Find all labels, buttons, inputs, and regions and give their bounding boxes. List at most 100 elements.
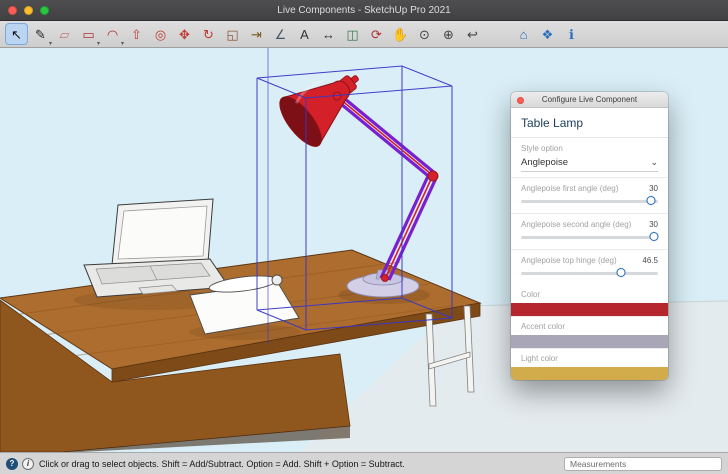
slider-thumb[interactable] [649, 232, 658, 241]
slider-thumb[interactable] [647, 196, 656, 205]
info-icon[interactable]: i [22, 458, 34, 470]
dimension-icon: ↔ [322, 28, 335, 41]
model-canvas[interactable]: Configure Live Component Table Lamp Styl… [0, 48, 728, 452]
slider-value: 30 [649, 220, 658, 229]
panel-titlebar[interactable]: Configure Live Component [511, 92, 668, 108]
dropdown-caret-icon: ▾ [121, 40, 124, 47]
pan-tool[interactable]: ✋ [389, 23, 412, 45]
move-tool[interactable]: ✥ [173, 23, 196, 45]
zoom-window-button[interactable] [40, 6, 49, 15]
slider-row-0: Anglepoise first angle (deg) 30 [511, 178, 668, 214]
measurements-input[interactable]: Measurements [564, 457, 722, 471]
extension-warehouse-button[interactable]: ❖ [536, 23, 559, 45]
arc-tool[interactable]: ◠▾ [101, 23, 124, 45]
toolbar-tools: ↖✎▾▱▭▾◠▾⇧◎✥↻◱⇥∠A↔◫⟳✋⊙⊕↩⌂❖ℹ [5, 23, 583, 45]
slider-value: 46.5 [642, 256, 658, 265]
text-tool[interactable]: A [293, 23, 316, 45]
color-label: Color [511, 290, 668, 299]
color-label: Light color [511, 354, 668, 363]
titlebar: Live Components - SketchUp Pro 2021 [0, 0, 728, 21]
slider-thumb[interactable] [617, 268, 626, 277]
move-icon: ✥ [179, 28, 190, 41]
model-info-icon: ℹ [569, 28, 574, 41]
color-swatch[interactable] [511, 367, 668, 380]
window-controls [8, 6, 49, 15]
panel-sliders: Anglepoise first angle (deg)30Anglepoise… [511, 178, 668, 285]
push-pull-icon: ⇧ [131, 28, 142, 41]
scale-icon: ◱ [226, 28, 238, 41]
slider-label: Anglepoise first angle (deg) [521, 184, 618, 193]
configure-live-component-panel: Configure Live Component Table Lamp Styl… [511, 92, 668, 380]
color-row-1: Accent color [511, 317, 668, 349]
protractor-tool[interactable]: ∠ [269, 23, 292, 45]
slider-value: 30 [649, 184, 658, 193]
rotate-icon: ↻ [203, 28, 214, 41]
status-hint: Click or drag to select objects. Shift =… [39, 459, 405, 469]
color-swatch[interactable] [511, 303, 668, 316]
slider-row-2: Anglepoise top hinge (deg) 46.5 [511, 250, 668, 285]
sketchup-window: Live Components - SketchUp Pro 2021 ↖✎▾▱… [0, 0, 728, 474]
push-pull-tool[interactable]: ⇧ [125, 23, 148, 45]
shapes-icon: ▭ [82, 28, 94, 41]
zoom-extents-tool[interactable]: ⊕ [437, 23, 460, 45]
color-swatch[interactable] [511, 335, 668, 348]
panel-close-button[interactable] [517, 97, 524, 104]
lamp-elbow-hinge [428, 171, 438, 181]
color-row-2: Light color [511, 349, 668, 380]
help-icon[interactable]: ? [6, 458, 18, 470]
3d-warehouse-icon: ⌂ [520, 28, 528, 41]
pan-icon: ✋ [392, 28, 408, 41]
toolbar: ↖✎▾▱▭▾◠▾⇧◎✥↻◱⇥∠A↔◫⟳✋⊙⊕↩⌂❖ℹ [0, 21, 728, 48]
statusbar: ?i Click or drag to select objects. Shif… [0, 452, 728, 474]
arc-icon: ◠ [107, 28, 118, 41]
tape-measure-tool[interactable]: ⇥ [245, 23, 268, 45]
chevron-down-icon: ⌄ [650, 161, 658, 165]
shapes-tool[interactable]: ▭▾ [77, 23, 100, 45]
section-plane-tool[interactable]: ◫ [341, 23, 364, 45]
orbit-icon: ⟳ [371, 28, 382, 41]
orbit-tool[interactable]: ⟳ [365, 23, 388, 45]
dropdown-caret-icon: ▾ [49, 40, 52, 47]
scale-tool[interactable]: ◱ [221, 23, 244, 45]
offset-icon: ◎ [155, 28, 166, 41]
protractor-icon: ∠ [275, 28, 287, 41]
extension-warehouse-icon: ❖ [542, 28, 554, 41]
color-label: Accent color [511, 322, 668, 331]
style-option-row: Style option Anglepoise ⌄ [511, 138, 668, 178]
zoom-tool[interactable]: ⊙ [413, 23, 436, 45]
tape-measure-icon: ⇥ [251, 28, 262, 41]
select-tool[interactable]: ↖ [5, 23, 28, 45]
model-info-button[interactable]: ℹ [560, 23, 583, 45]
line-tool[interactable]: ✎▾ [29, 23, 52, 45]
style-option-value: Anglepoise [521, 157, 568, 168]
eraser-icon: ▱ [60, 28, 70, 41]
dimension-tool[interactable]: ↔ [317, 23, 340, 45]
text-icon: A [300, 28, 309, 41]
close-window-button[interactable] [8, 6, 17, 15]
previous-view-tool[interactable]: ↩ [461, 23, 484, 45]
window-title: Live Components - SketchUp Pro 2021 [277, 5, 450, 16]
slider-track[interactable] [521, 200, 658, 203]
zoom-extents-icon: ⊕ [443, 28, 454, 41]
eraser-tool[interactable]: ▱ [53, 23, 76, 45]
style-option-select[interactable]: Anglepoise ⌄ [521, 153, 658, 172]
slider-label: Anglepoise second angle (deg) [521, 220, 631, 229]
previous-view-icon: ↩ [467, 28, 478, 41]
offset-tool[interactable]: ◎ [149, 23, 172, 45]
slider-track[interactable] [521, 272, 658, 275]
panel-title: Configure Live Component [542, 95, 637, 104]
minimize-window-button[interactable] [24, 6, 33, 15]
rotate-tool[interactable]: ↻ [197, 23, 220, 45]
slider-track[interactable] [521, 236, 658, 239]
panel-colors: Color Accent color Light color [511, 285, 668, 380]
style-option-label: Style option [521, 144, 658, 153]
zoom-icon: ⊙ [419, 28, 430, 41]
lamp-base-hinge [382, 275, 389, 282]
3d-warehouse-button[interactable]: ⌂ [512, 23, 535, 45]
component-name-heading: Table Lamp [511, 108, 668, 138]
line-icon: ✎ [35, 28, 46, 41]
dropdown-caret-icon: ▾ [97, 40, 100, 47]
slider-label: Anglepoise top hinge (deg) [521, 256, 617, 265]
color-row-0: Color [511, 285, 668, 317]
status-icons: ?i [6, 458, 34, 470]
